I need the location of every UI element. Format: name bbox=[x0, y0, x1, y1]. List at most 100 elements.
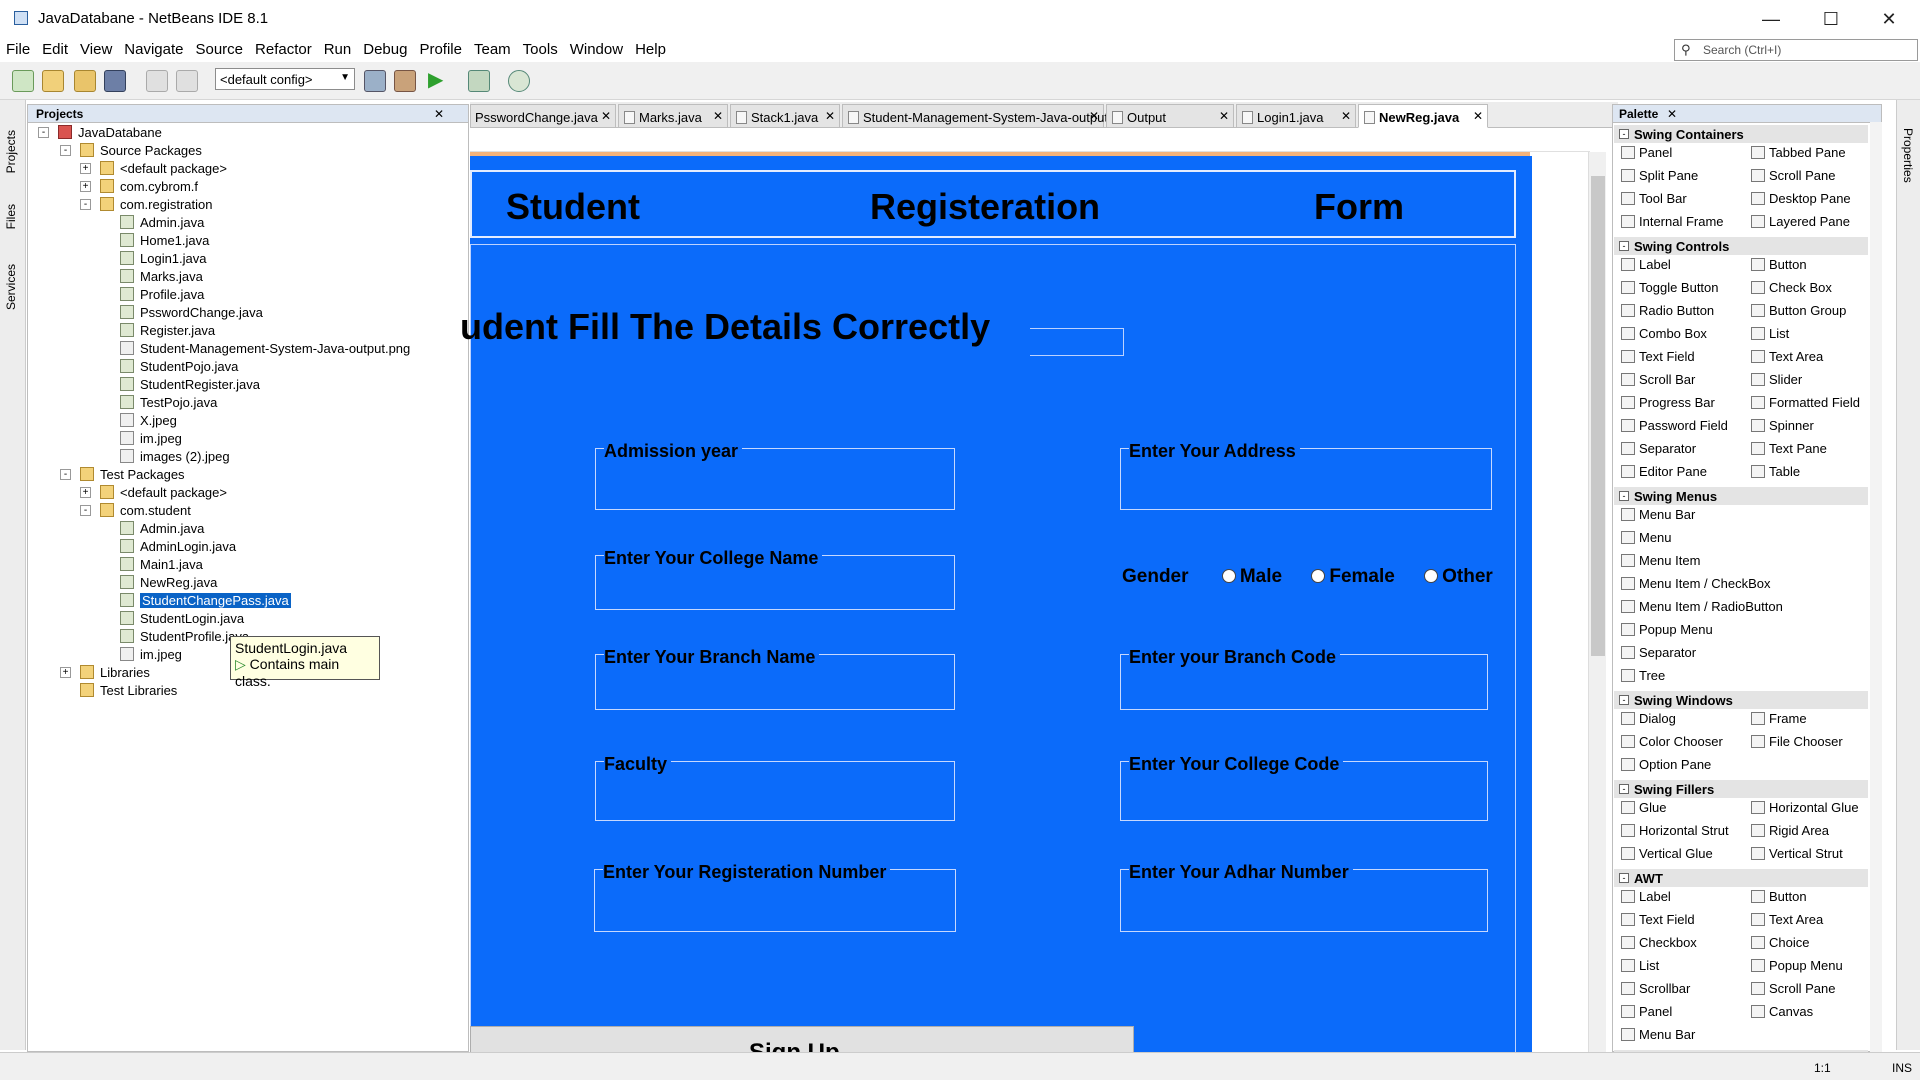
palette-category[interactable]: - Swing Containers bbox=[1614, 125, 1868, 143]
palette-item[interactable]: Button Group bbox=[1749, 303, 1846, 323]
search-input[interactable]: ⚲ Search (Ctrl+I) bbox=[1674, 39, 1918, 61]
palette-item[interactable]: Split Pane bbox=[1619, 168, 1698, 188]
palette-category[interactable]: - Swing Fillers bbox=[1614, 780, 1868, 798]
palette-item[interactable]: Check Box bbox=[1749, 280, 1832, 300]
palette-item[interactable]: Table bbox=[1749, 464, 1800, 484]
tree-row[interactable]: + <default package> bbox=[80, 161, 227, 179]
undo-icon[interactable] bbox=[146, 70, 168, 92]
palette-item[interactable]: Frame bbox=[1749, 711, 1807, 731]
radio-male[interactable] bbox=[1221, 569, 1236, 583]
profile-icon[interactable] bbox=[508, 70, 530, 92]
tree-row[interactable]: - Test Packages bbox=[60, 467, 185, 485]
palette-item[interactable]: Tabbed Pane bbox=[1749, 145, 1846, 165]
palette-item[interactable]: Vertical Glue bbox=[1619, 846, 1713, 866]
design-vertical-scrollbar[interactable] bbox=[1588, 152, 1606, 1052]
palette-item[interactable]: Internal Frame bbox=[1619, 214, 1724, 234]
palette-scrollbar[interactable] bbox=[1870, 122, 1882, 1052]
palette-item[interactable]: Menu Bar bbox=[1619, 1027, 1695, 1047]
radio-female[interactable] bbox=[1311, 569, 1326, 583]
editor-tab[interactable]: Student-Management-System-Java-output.pn… bbox=[842, 104, 1133, 128]
minimize-button[interactable]: — bbox=[1748, 4, 1794, 34]
gender-option-male[interactable]: Male bbox=[1221, 566, 1282, 587]
palette-item[interactable]: Panel bbox=[1619, 1004, 1672, 1024]
clean-build-icon[interactable] bbox=[394, 70, 416, 92]
tree-row[interactable]: Main1.java bbox=[120, 557, 203, 575]
palette-item[interactable]: Glue bbox=[1619, 800, 1666, 820]
palette-item[interactable]: Checkbox bbox=[1619, 935, 1697, 955]
palette-item[interactable]: Layered Pane bbox=[1749, 214, 1850, 234]
palette-item[interactable]: Scroll Pane bbox=[1749, 168, 1835, 188]
palette-item[interactable]: Popup Menu bbox=[1619, 622, 1713, 642]
palette-item[interactable]: Separator bbox=[1619, 441, 1696, 461]
tree-row[interactable]: X.jpeg bbox=[120, 413, 177, 431]
palette-item[interactable]: Radio Button bbox=[1619, 303, 1714, 323]
palette-item[interactable]: List bbox=[1619, 958, 1659, 978]
redo-icon[interactable] bbox=[176, 70, 198, 92]
palette-item[interactable]: Menu Item bbox=[1619, 553, 1700, 573]
tab-files[interactable]: Files bbox=[4, 204, 18, 229]
menu-refactor[interactable]: Refactor bbox=[249, 38, 318, 58]
palette-item[interactable]: Separator bbox=[1619, 645, 1696, 665]
palette-item[interactable]: Menu bbox=[1619, 530, 1672, 550]
palette-category[interactable]: - Swing Menus bbox=[1614, 487, 1868, 505]
menu-team[interactable]: Team bbox=[468, 38, 517, 58]
save-all-icon[interactable] bbox=[104, 70, 126, 92]
palette-item[interactable]: Scroll Pane bbox=[1749, 981, 1835, 1001]
palette-item[interactable]: Text Pane bbox=[1749, 441, 1827, 461]
collapse-icon[interactable]: - bbox=[1619, 241, 1629, 251]
palette-item[interactable]: Text Field bbox=[1619, 349, 1695, 369]
collapse-icon[interactable]: - bbox=[1619, 784, 1629, 794]
palette-category[interactable]: - Swing Windows bbox=[1614, 691, 1868, 709]
palette-item[interactable]: Scroll Bar bbox=[1619, 372, 1695, 392]
tree-row[interactable]: + <default package> bbox=[80, 485, 227, 503]
gender-option-female[interactable]: Female bbox=[1311, 566, 1395, 587]
form-field-right[interactable]: Enter Your Address bbox=[1120, 441, 1492, 510]
expand-icon[interactable]: + bbox=[80, 487, 91, 498]
close-icon[interactable]: ✕ bbox=[1473, 109, 1483, 123]
menu-edit[interactable]: Edit bbox=[36, 38, 74, 58]
palette-item[interactable]: Spinner bbox=[1749, 418, 1814, 438]
palette-item[interactable]: Horizontal Glue bbox=[1749, 800, 1859, 820]
menu-run[interactable]: Run bbox=[318, 38, 358, 58]
close-icon[interactable]: ✕ bbox=[1667, 107, 1677, 121]
debug-icon[interactable] bbox=[468, 70, 490, 92]
palette-item[interactable]: Editor Pane bbox=[1619, 464, 1707, 484]
form-field-left[interactable]: Enter Your Registeration Number bbox=[594, 862, 956, 932]
menu-source[interactable]: Source bbox=[189, 38, 249, 58]
palette-item[interactable]: Choice bbox=[1749, 935, 1809, 955]
tree-row[interactable]: AdminLogin.java bbox=[120, 539, 236, 557]
palette-item[interactable]: Menu Bar bbox=[1619, 507, 1695, 527]
menu-help[interactable]: Help bbox=[629, 38, 672, 58]
tree-row[interactable]: Profile.java bbox=[120, 287, 204, 305]
tree-row[interactable]: StudentPojo.java bbox=[120, 359, 238, 377]
palette-item[interactable]: Text Area bbox=[1749, 912, 1823, 932]
radio-other[interactable] bbox=[1424, 569, 1439, 583]
palette-item[interactable]: Dialog bbox=[1619, 711, 1676, 731]
expand-icon[interactable]: + bbox=[80, 181, 91, 192]
tree-row[interactable]: StudentLogin.java bbox=[120, 611, 244, 629]
palette-item[interactable]: Button bbox=[1749, 889, 1807, 909]
palette-item[interactable]: Password Field bbox=[1619, 418, 1728, 438]
palette-item[interactable]: Panel bbox=[1619, 145, 1672, 165]
editor-tab[interactable]: Stack1.java ✕ bbox=[730, 104, 840, 128]
palette-item[interactable]: Toggle Button bbox=[1619, 280, 1719, 300]
palette-item[interactable]: Desktop Pane bbox=[1749, 191, 1851, 211]
palette-item[interactable]: Menu Item / RadioButton bbox=[1619, 599, 1783, 619]
editor-tab[interactable]: Marks.java ✕ bbox=[618, 104, 728, 128]
tree-row[interactable]: TestPojo.java bbox=[120, 395, 217, 413]
gender-option-other[interactable]: Other bbox=[1424, 566, 1493, 587]
tree-row[interactable]: Login1.java bbox=[120, 251, 207, 269]
palette-item[interactable]: Text Area bbox=[1749, 349, 1823, 369]
tree-row[interactable]: + com.cybrom.f bbox=[80, 179, 198, 197]
tree-row[interactable]: - com.registration bbox=[80, 197, 212, 215]
editor-tab[interactable]: NewReg.java ✕ bbox=[1358, 104, 1488, 128]
menu-tools[interactable]: Tools bbox=[517, 38, 564, 58]
collapse-icon[interactable]: - bbox=[80, 505, 91, 516]
palette-item[interactable]: Popup Menu bbox=[1749, 958, 1843, 978]
collapse-icon[interactable]: - bbox=[38, 127, 49, 138]
palette-item[interactable]: Horizontal Strut bbox=[1619, 823, 1729, 843]
palette-item[interactable]: Combo Box bbox=[1619, 326, 1707, 346]
close-icon[interactable]: ✕ bbox=[825, 109, 835, 123]
palette-item[interactable]: Scrollbar bbox=[1619, 981, 1690, 1001]
form-field-right[interactable]: Enter Your Adhar Number bbox=[1120, 862, 1488, 932]
